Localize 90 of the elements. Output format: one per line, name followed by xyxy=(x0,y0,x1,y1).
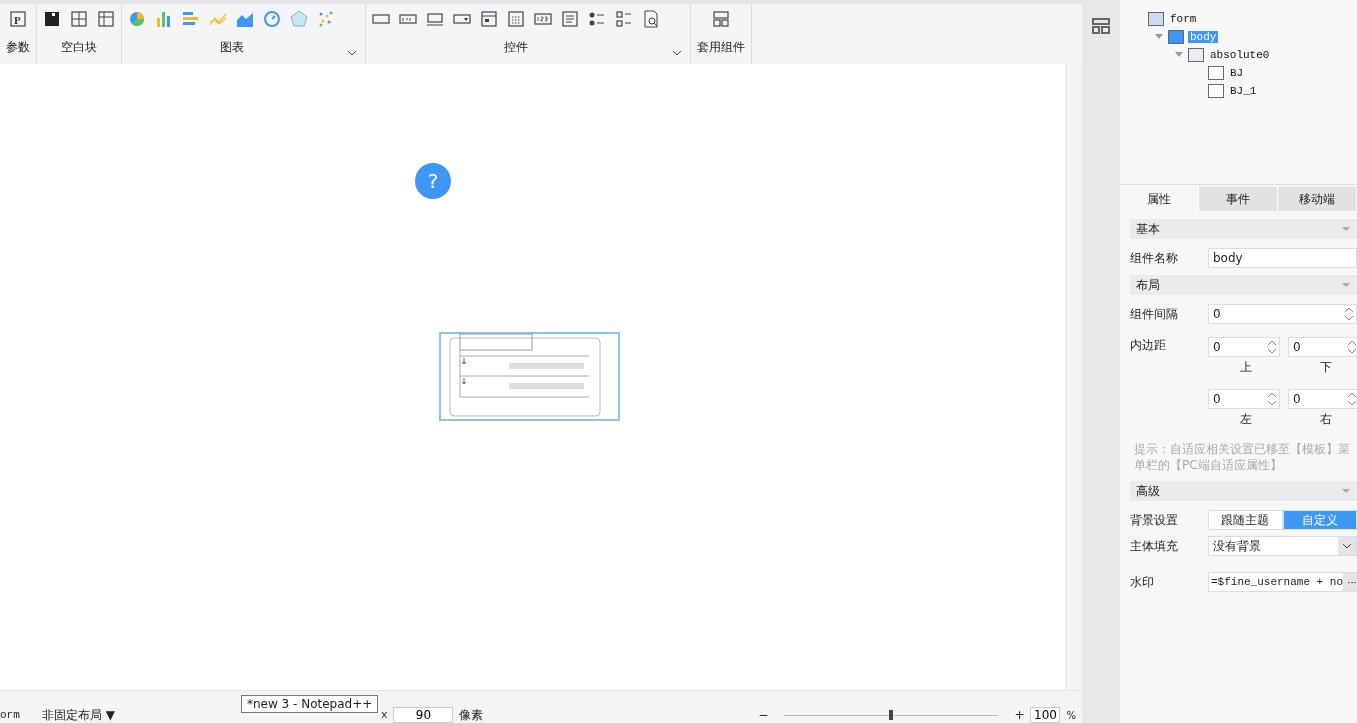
section-header[interactable]: 布局 xyxy=(1130,275,1357,295)
block-icon[interactable] xyxy=(43,10,61,28)
radio-list-icon[interactable] xyxy=(588,10,606,28)
padding-caption: 左 xyxy=(1239,411,1253,428)
grid-icon[interactable] xyxy=(70,10,88,28)
tree-node-label[interactable]: form xyxy=(1168,13,1199,25)
field-label: 组件名称 xyxy=(1130,249,1179,267)
spinner-icon[interactable] xyxy=(1342,305,1356,323)
hint-text: 提示：自适应相关设置已移至【模板】菜单栏的【PC端自适应属性】 xyxy=(1134,441,1351,473)
zoom-out-button[interactable]: − xyxy=(758,708,769,722)
slider-thumb[interactable] xyxy=(889,709,894,720)
calendar-icon[interactable] xyxy=(507,10,525,28)
padding-caption: 右 xyxy=(1319,411,1333,428)
chevron-down-icon[interactable] xyxy=(347,50,357,56)
layout-panel-icon[interactable] xyxy=(1092,18,1110,34)
text-area-icon[interactable] xyxy=(561,10,579,28)
collapse-caret-icon[interactable] xyxy=(1341,226,1351,232)
number-field[interactable]: 0 xyxy=(1208,337,1280,357)
selected-widget-drawing[interactable] xyxy=(439,332,621,422)
number-field[interactable]: 0 xyxy=(1208,304,1357,324)
more-button[interactable]: ··· xyxy=(1343,573,1357,591)
chevron-down-icon[interactable] xyxy=(1342,543,1352,549)
checkbox-list-icon[interactable] xyxy=(615,10,633,28)
parameter-icon[interactable]: P xyxy=(9,10,27,28)
number-field-icon[interactable] xyxy=(534,10,552,28)
section-title: 基本 xyxy=(1136,220,1160,238)
tree-node-label[interactable]: BJ xyxy=(1228,67,1246,79)
group-label: 参数 xyxy=(6,39,30,56)
group-label: 空白块 xyxy=(61,39,97,56)
search-page-icon[interactable] xyxy=(642,10,660,28)
taskbar-tooltip: *new 3 - Notepad++ xyxy=(241,695,379,713)
position-field[interactable]: 90 xyxy=(393,707,454,723)
collapse-caret-icon[interactable] xyxy=(1341,488,1351,494)
collapse-caret-icon[interactable] xyxy=(1341,282,1351,288)
padding-caption: 下 xyxy=(1319,359,1333,376)
unit-label: 像素 xyxy=(459,706,484,723)
node-icon xyxy=(1168,30,1184,44)
spinner-icon[interactable] xyxy=(1345,338,1357,356)
scatter-icon[interactable] xyxy=(317,10,335,28)
table-icon[interactable] xyxy=(97,10,115,28)
section-header[interactable]: 高级 xyxy=(1130,481,1357,501)
section-title: 布局 xyxy=(1136,276,1160,294)
expanded-arrow-icon[interactable] xyxy=(1154,33,1164,41)
panel-tab[interactable]: 事件 xyxy=(1199,187,1278,211)
toggle-option[interactable]: 跟随主题 xyxy=(1208,510,1283,530)
section-title: 高级 xyxy=(1136,482,1160,500)
tree-node-label[interactable]: absolute0 xyxy=(1208,49,1272,61)
padding-caption: 上 xyxy=(1239,359,1253,376)
text-field-icon[interactable] xyxy=(426,10,444,28)
field-label: 背景设置 xyxy=(1130,511,1179,529)
horizontal-bar-icon[interactable] xyxy=(182,10,200,28)
vertical-scrollbar[interactable] xyxy=(1066,64,1082,690)
group-label: 套用组件 xyxy=(697,39,745,56)
group-label: 图表 xyxy=(219,39,244,56)
percent-label: % xyxy=(1066,709,1076,721)
node-icon xyxy=(1208,66,1224,80)
gauge-icon[interactable] xyxy=(263,10,281,28)
layout-icon[interactable] xyxy=(712,10,730,28)
axis-label: x xyxy=(380,709,388,721)
field-label: 主体填充 xyxy=(1130,537,1179,555)
pie-chart-icon[interactable] xyxy=(128,10,146,28)
name-field[interactable]: body xyxy=(1208,248,1357,268)
fill-dropdown[interactable]: 没有背景 xyxy=(1208,536,1357,556)
zoom-field[interactable]: 100 xyxy=(1030,707,1061,723)
node-icon xyxy=(1148,12,1164,26)
number-field[interactable]: 0 xyxy=(1288,337,1357,357)
panel-icon[interactable] xyxy=(480,10,498,28)
node-icon xyxy=(1208,84,1224,98)
expanded-arrow-icon[interactable] xyxy=(1174,51,1184,59)
tree-node-label[interactable]: BJ_1 xyxy=(1228,85,1259,97)
field-label: 内边距 xyxy=(1130,337,1167,354)
radar-chart-icon[interactable] xyxy=(290,10,308,28)
field-label: 水印 xyxy=(1130,573,1155,591)
layout-dropdown[interactable]: 非固定布局 ▼ xyxy=(41,706,115,723)
section-header[interactable]: 基本 xyxy=(1130,219,1357,239)
chevron-down-icon[interactable] xyxy=(672,50,682,56)
spinner-icon[interactable] xyxy=(1345,390,1357,408)
node-icon xyxy=(1188,48,1204,62)
spinner-icon[interactable] xyxy=(1265,338,1279,356)
form-label: orm xyxy=(0,709,20,721)
field-label: 组件间隔 xyxy=(1130,305,1179,323)
watermark-field[interactable]: =$fine_username + no ··· xyxy=(1208,572,1357,592)
number-field[interactable]: 0 xyxy=(1208,389,1280,409)
spinner-icon[interactable] xyxy=(1265,390,1279,408)
number-field[interactable]: 0 xyxy=(1288,389,1357,409)
bar-chart-icon[interactable] xyxy=(155,10,173,28)
area-chart-icon[interactable] xyxy=(236,10,254,28)
group-label: 控件 xyxy=(504,39,528,56)
zoom-in-button[interactable]: + xyxy=(1014,708,1025,722)
panel-tab[interactable]: 移动端 xyxy=(1278,187,1357,211)
